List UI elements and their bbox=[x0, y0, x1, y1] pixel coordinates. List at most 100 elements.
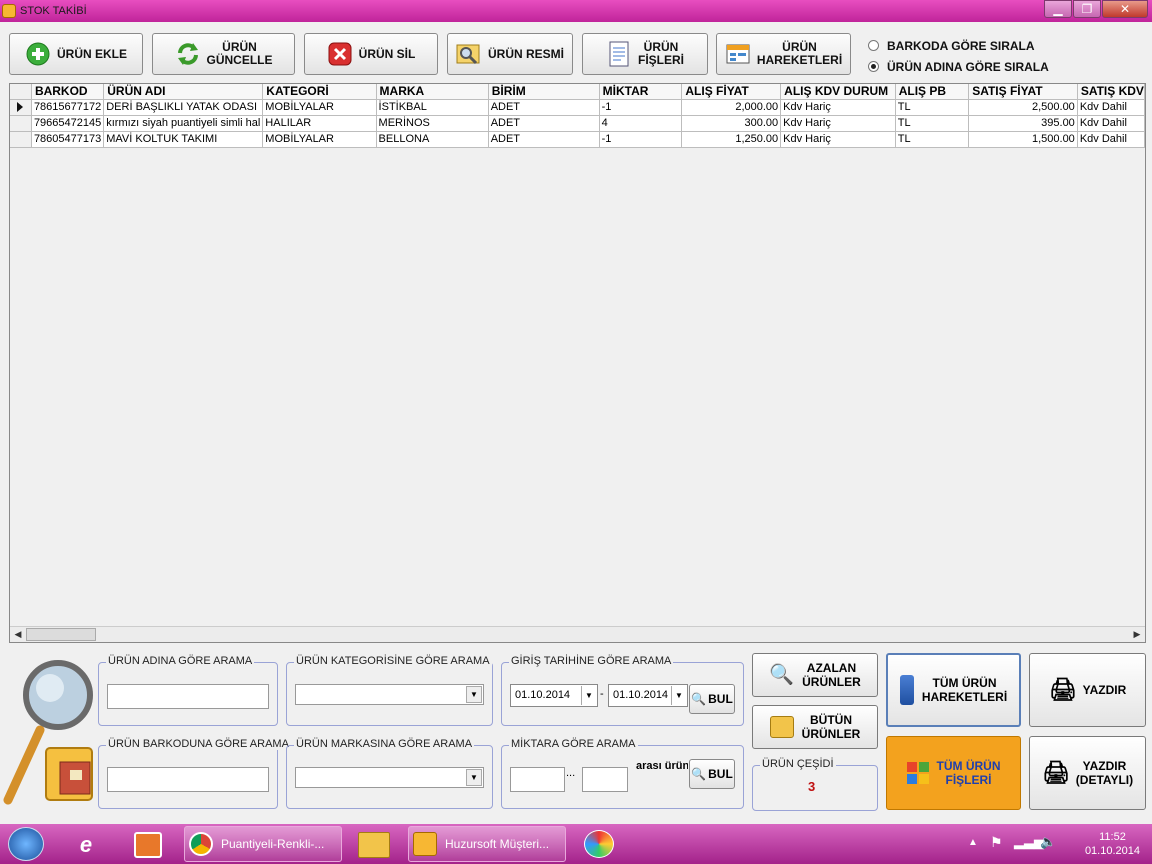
table-cell[interactable]: kırmızı siyah puantiyeli simli hal bbox=[103, 115, 264, 132]
scroll-right-icon[interactable]: ▶ bbox=[1130, 628, 1144, 641]
date-to-picker[interactable]: 01.10.2014 ▼ bbox=[608, 684, 688, 707]
sort-by-barcode-radio[interactable]: BARKODA GÖRE SIRALA bbox=[868, 35, 1049, 56]
table-cell[interactable]: TL bbox=[895, 131, 970, 148]
paint-icon[interactable] bbox=[584, 830, 614, 858]
chevron-down-icon[interactable]: ▼ bbox=[671, 686, 686, 705]
table-cell[interactable]: 300.00 bbox=[681, 115, 782, 132]
table-cell[interactable]: Kdv Dahil bbox=[1077, 115, 1145, 132]
close-button[interactable]: ✕ bbox=[1102, 0, 1148, 18]
sort-by-name-radio[interactable]: ÜRÜN ADINA GÖRE SIRALA bbox=[868, 56, 1049, 77]
product-movements-button[interactable]: ÜRÜN HAREKETLERİ bbox=[716, 33, 851, 75]
table-cell[interactable]: Kdv Hariç bbox=[780, 115, 896, 132]
table-cell[interactable]: 395.00 bbox=[968, 115, 1078, 132]
column-header[interactable]: BİRİM bbox=[488, 84, 600, 100]
search-barcode-input[interactable] bbox=[107, 767, 269, 792]
column-header[interactable]: SATIŞ KDV bbox=[1077, 84, 1145, 100]
all-product-movements-button[interactable]: TÜM ÜRÜN HAREKETLERİ bbox=[886, 653, 1021, 727]
table-cell[interactable]: 2,500.00 bbox=[968, 99, 1078, 116]
taskbar-item-huzursoft[interactable]: Huzursoft Müşteri... bbox=[408, 826, 566, 862]
table-cell[interactable]: ADET bbox=[488, 131, 600, 148]
row-selector[interactable] bbox=[10, 115, 32, 132]
system-clock[interactable]: 11:52 01.10.2014 bbox=[1085, 830, 1140, 858]
print-detailed-button[interactable]: 🖨 YAZDIR (DETAYLI) bbox=[1029, 736, 1146, 810]
table-cell[interactable]: BELLONA bbox=[376, 131, 489, 148]
table-cell[interactable]: TL bbox=[895, 115, 970, 132]
table-cell[interactable]: MERİNOS bbox=[376, 115, 489, 132]
table-cell[interactable]: MAVİ KOLTUK TAKIMI bbox=[103, 131, 264, 148]
table-cell[interactable]: ADET bbox=[488, 99, 600, 116]
find-by-date-button[interactable]: 🔍 BUL bbox=[689, 684, 735, 714]
category-select[interactable]: ▼ bbox=[295, 684, 484, 705]
update-product-button[interactable]: ÜRÜN GÜNCELLE bbox=[152, 33, 295, 75]
table-cell[interactable]: Kdv Hariç bbox=[780, 131, 896, 148]
decreasing-products-button[interactable]: 🔍 AZALAN ÜRÜNLER bbox=[752, 653, 878, 697]
all-slips-label-line1: TÜM ÜRÜN bbox=[936, 759, 1001, 773]
start-button[interactable] bbox=[8, 827, 44, 861]
internet-explorer-icon[interactable]: e bbox=[72, 832, 100, 858]
minimize-button[interactable]: ▁ bbox=[1044, 0, 1072, 18]
product-image-button[interactable]: ÜRÜN RESMİ bbox=[447, 33, 573, 75]
add-product-button[interactable]: ÜRÜN EKLE bbox=[9, 33, 143, 75]
windows-logo-icon bbox=[906, 762, 929, 784]
all-product-slips-button[interactable]: TÜM ÜRÜN FİŞLERİ bbox=[886, 736, 1021, 810]
media-player-icon[interactable] bbox=[134, 832, 162, 858]
chevron-down-icon[interactable]: ▼ bbox=[581, 686, 596, 705]
row-selector[interactable] bbox=[10, 99, 32, 116]
table-cell[interactable]: 79665472145 bbox=[31, 115, 105, 132]
column-header[interactable]: KATEGORİ bbox=[262, 84, 377, 100]
chevron-down-icon[interactable]: ▼ bbox=[466, 769, 482, 786]
action-center-flag-icon[interactable]: ⚑ bbox=[990, 834, 1003, 851]
horizontal-scrollbar[interactable]: ◀ ▶ bbox=[10, 626, 1145, 642]
scroll-left-icon[interactable]: ◀ bbox=[11, 628, 25, 641]
column-header[interactable]: MİKTAR bbox=[599, 84, 683, 100]
table-cell[interactable]: DERİ BAŞLIKLI YATAK ODASI bbox=[103, 99, 264, 116]
clock-time: 11:52 bbox=[1099, 831, 1126, 843]
table-cell[interactable]: 78605477173 bbox=[31, 131, 105, 148]
explorer-folder-icon[interactable] bbox=[358, 832, 390, 858]
table-cell[interactable]: HALILAR bbox=[262, 115, 377, 132]
quantity-min-input[interactable] bbox=[510, 767, 565, 792]
product-grid[interactable]: BARKOD ÜRÜN ADI KATEGORİ MARKA BİRİM MİKTAR AL… bbox=[9, 83, 1146, 643]
table-cell[interactable]: MOBİLYALAR bbox=[262, 131, 377, 148]
table-cell[interactable]: İSTİKBAL bbox=[376, 99, 489, 116]
table-cell[interactable]: MOBİLYALAR bbox=[262, 99, 377, 116]
chevron-down-icon[interactable]: ▼ bbox=[466, 686, 482, 703]
column-header[interactable]: SATIŞ FİYAT bbox=[968, 84, 1078, 100]
table-cell[interactable]: Kdv Hariç bbox=[780, 99, 896, 116]
show-hidden-icons-icon[interactable]: ▲ bbox=[968, 837, 978, 848]
table-cell[interactable]: 1,500.00 bbox=[968, 131, 1078, 148]
column-header[interactable]: ALIŞ KDV DURUM bbox=[780, 84, 896, 100]
column-header[interactable]: ALIŞ FİYAT bbox=[681, 84, 782, 100]
quantity-max-input[interactable] bbox=[582, 767, 628, 792]
table-cell[interactable]: 4 bbox=[599, 115, 683, 132]
table-cell[interactable]: -1 bbox=[599, 131, 683, 148]
table-cell[interactable]: 2,000.00 bbox=[681, 99, 782, 116]
taskbar-item-chrome[interactable]: Puantiyeli-Renkli-... bbox=[184, 826, 342, 862]
table-cell[interactable]: -1 bbox=[599, 99, 683, 116]
table-row[interactable]: 79665472145 kırmızı siyah puantiyeli siml… bbox=[10, 115, 1145, 132]
column-header[interactable]: BARKOD bbox=[31, 84, 105, 100]
table-cell[interactable]: 1,250.00 bbox=[681, 131, 782, 148]
table-cell[interactable]: Kdv Dahil bbox=[1077, 131, 1145, 148]
delete-product-button[interactable]: ÜRÜN SİL bbox=[304, 33, 438, 75]
print-button[interactable]: 🖨 YAZDIR bbox=[1029, 653, 1146, 727]
brand-select[interactable]: ▼ bbox=[295, 767, 484, 788]
date-from-picker[interactable]: 01.10.2014 ▼ bbox=[510, 684, 598, 707]
table-cell[interactable]: 78615677172 bbox=[31, 99, 105, 116]
table-row[interactable]: 78605477173 MAVİ KOLTUK TAKIMI MOBİLYALAR B… bbox=[10, 131, 1145, 148]
row-selector[interactable] bbox=[10, 131, 32, 148]
all-products-button[interactable]: BÜTÜN ÜRÜNLER bbox=[752, 705, 878, 749]
search-name-input[interactable] bbox=[107, 684, 269, 709]
table-cell[interactable]: ADET bbox=[488, 115, 600, 132]
column-header[interactable]: ALIŞ PB bbox=[895, 84, 970, 100]
volume-muted-icon[interactable]: 🔈 bbox=[1040, 834, 1056, 850]
table-cell[interactable]: Kdv Dahil bbox=[1077, 99, 1145, 116]
table-cell[interactable]: TL bbox=[895, 99, 970, 116]
scroll-thumb[interactable] bbox=[26, 628, 96, 641]
column-header[interactable]: ÜRÜN ADI bbox=[103, 84, 264, 100]
maximize-button[interactable]: ❐ bbox=[1073, 0, 1101, 18]
column-header[interactable]: MARKA bbox=[376, 84, 489, 100]
find-by-quantity-button[interactable]: 🔍 BUL bbox=[689, 759, 735, 789]
table-row[interactable]: 78615677172 DERİ BAŞLIKLI YATAK ODASI MOBİ… bbox=[10, 99, 1145, 116]
product-slips-button[interactable]: ÜRÜN FİŞLERİ bbox=[582, 33, 708, 75]
